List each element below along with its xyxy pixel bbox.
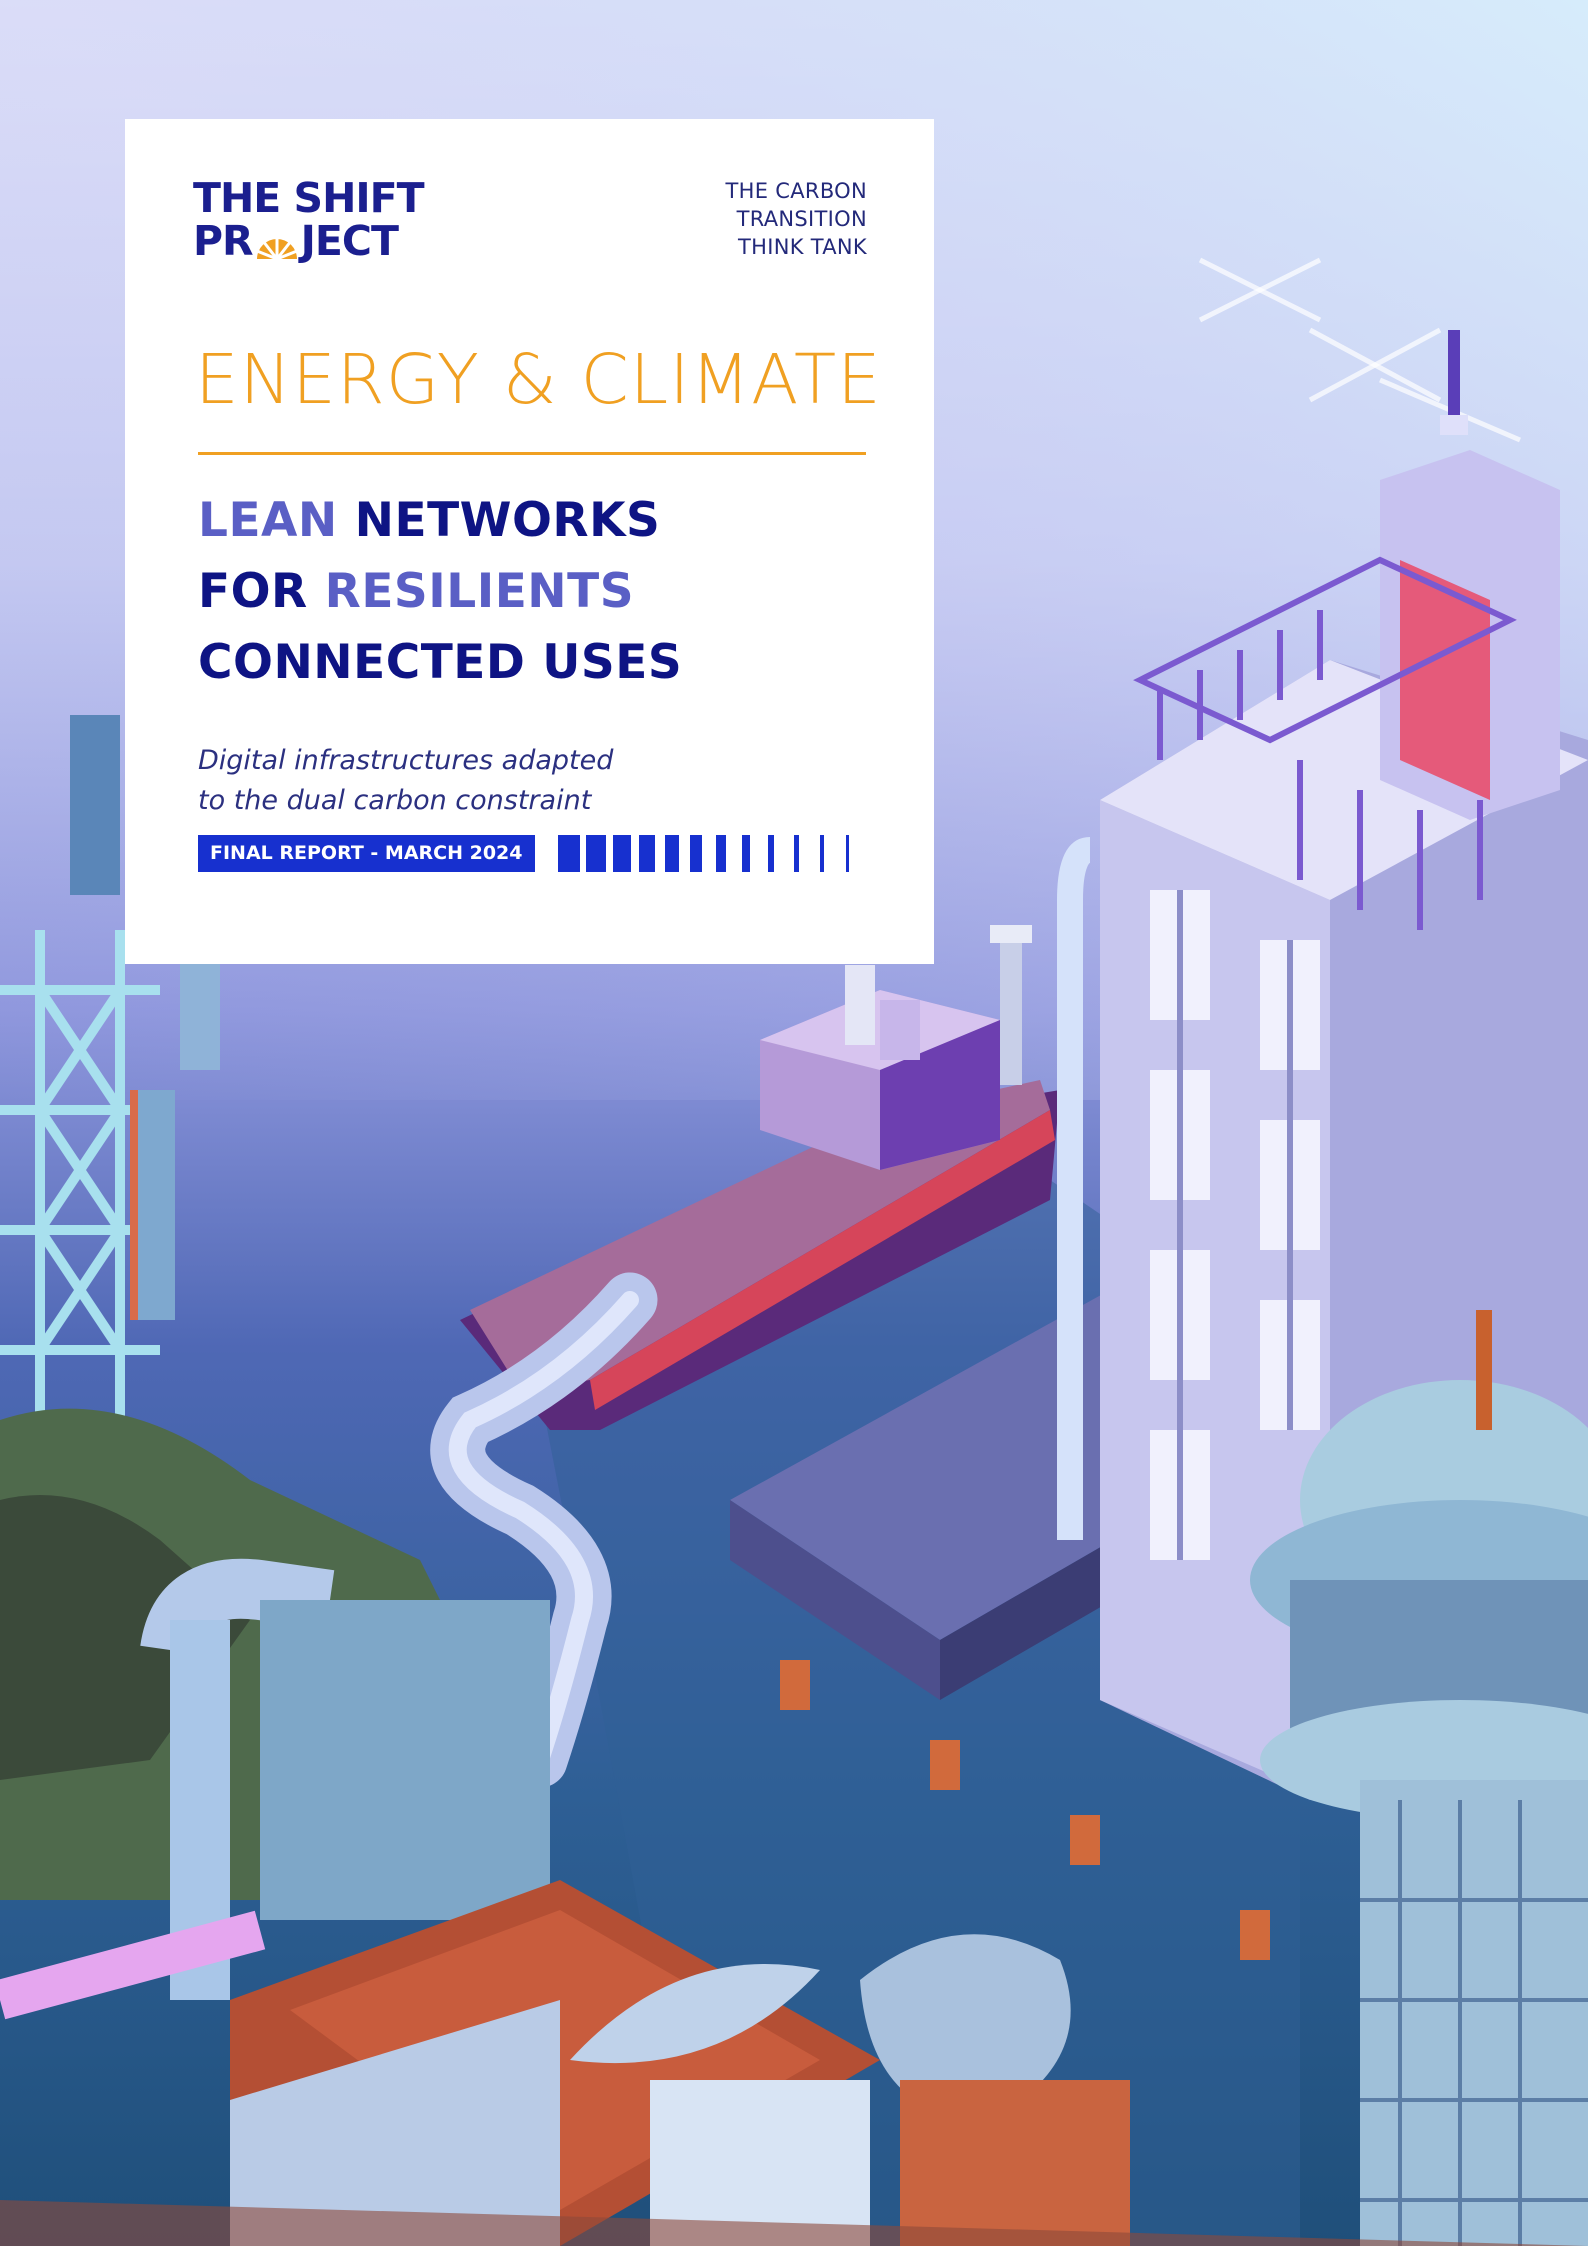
title-card: THE SHIFT PR JECT THE CARBON TRANSITION T…: [125, 119, 934, 964]
title-highlight: LEAN: [198, 493, 338, 548]
tagline-line: THE CARBON: [725, 179, 867, 203]
title-text: FOR: [198, 564, 325, 619]
title-line-3: CONNECTED USES: [198, 635, 683, 690]
logo-line2: PR JECT: [193, 220, 424, 263]
title-highlight: RESILIENTS: [324, 564, 635, 619]
bar: [558, 835, 580, 872]
bar: [690, 835, 702, 872]
bar: [613, 835, 631, 872]
bar: [665, 835, 679, 872]
report-title: LEAN NETWORKS FOR RESILIENTS CONNECTED U…: [198, 485, 682, 698]
title-text: NETWORKS: [337, 493, 661, 548]
bar: [586, 835, 606, 872]
bar: [794, 835, 799, 872]
shift-project-logo: THE SHIFT PR JECT: [193, 174, 425, 263]
bar: [639, 835, 655, 872]
logo-line2-end: JECT: [300, 217, 399, 265]
series-title: ENERGY & CLIMATE: [195, 340, 882, 420]
bar: [820, 835, 824, 872]
title-line-1: LEAN NETWORKS: [198, 485, 682, 556]
bar: [768, 835, 774, 872]
tagline-line: THINK TANK: [737, 235, 867, 259]
divider: [198, 452, 866, 455]
bar: [742, 835, 750, 872]
tagline: THE CARBON TRANSITION THINK TANK: [726, 177, 867, 261]
tagline-line: TRANSITION: [736, 207, 867, 231]
logo-line1: THE SHIFT: [193, 174, 425, 222]
report-date-badge: FINAL REPORT - MARCH 2024: [198, 835, 535, 872]
report-subtitle: Digital infrastructures adapted to the d…: [198, 741, 613, 821]
bar: [716, 835, 726, 872]
logo-line2-start: PR: [193, 217, 254, 265]
bar: [846, 835, 849, 872]
title-line-2: FOR RESILIENTS: [198, 556, 682, 627]
subtitle-line: Digital infrastructures adapted: [198, 745, 614, 776]
subtitle-line: to the dual carbon constraint: [198, 785, 592, 816]
sun-icon: [256, 235, 298, 259]
